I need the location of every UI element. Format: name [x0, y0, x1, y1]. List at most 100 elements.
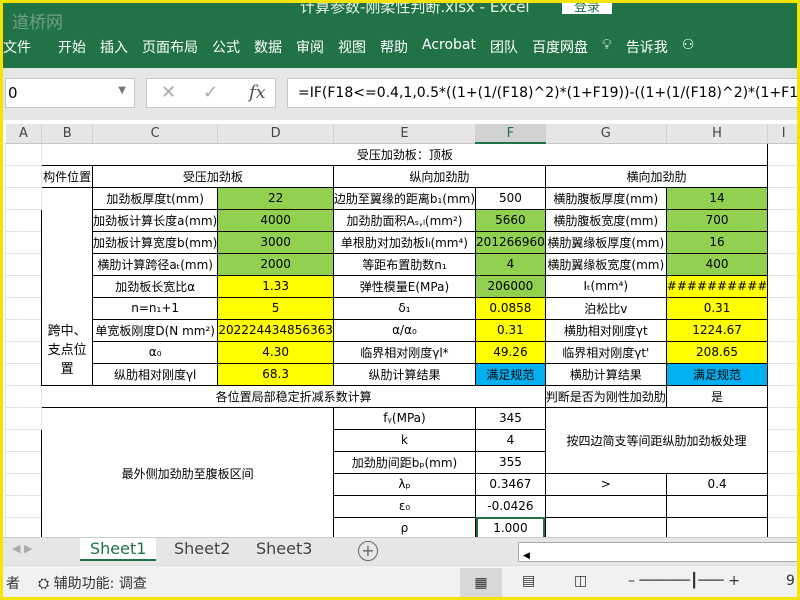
param-value[interactable]: 1.000	[475, 516, 546, 540]
label-cell[interactable]: 横肋腹板宽度(mm)	[544, 208, 667, 232]
cancel-icon[interactable]: ✕	[161, 82, 176, 103]
col-header-a[interactable]: A	[5, 124, 43, 144]
label-cell[interactable]: 纵肋计算结果	[332, 362, 477, 386]
cell-a[interactable]	[4, 296, 43, 320]
cell-a[interactable]	[4, 406, 43, 430]
param-label[interactable]: λₚ	[332, 472, 477, 496]
tell-me[interactable]: 告诉我	[626, 37, 668, 57]
tab-insert[interactable]: 插入	[100, 37, 128, 57]
value-cell[interactable]: 5	[217, 296, 334, 320]
cell-a[interactable]	[4, 450, 43, 474]
tab-view[interactable]: 视图	[338, 37, 366, 57]
cell-i[interactable]	[767, 186, 800, 210]
header-plate[interactable]: 受压加劲板	[91, 164, 334, 188]
cell-i[interactable]	[767, 252, 800, 276]
label-cell[interactable]: Iₜ(mm⁴)	[544, 274, 667, 298]
confirm-icon[interactable]: ✓	[203, 82, 218, 103]
value-cell[interactable]: 22	[217, 186, 334, 210]
label-cell[interactable]: 弹性模量E(MPa)	[332, 274, 477, 298]
sheet-title[interactable]: 受压加劲板：顶板	[41, 142, 769, 166]
tab-team[interactable]: 团队	[490, 37, 518, 57]
label-cell[interactable]: 横肋翼缘板厚度(mm)	[544, 230, 667, 254]
tab-review[interactable]: 审阅	[296, 37, 324, 57]
label-cell[interactable]: 加劲板厚度t(mm)	[91, 186, 219, 210]
value-cell[interactable]: 201266960	[475, 230, 546, 254]
rigid-label[interactable]: 判断是否为刚性加劲肋	[544, 384, 667, 408]
tab-formulas[interactable]: 公式	[212, 37, 240, 57]
label-cell[interactable]: 横肋翼缘板宽度(mm)	[544, 252, 667, 276]
cell-i[interactable]	[767, 274, 800, 298]
param-value[interactable]: 4	[475, 428, 546, 452]
value-cell[interactable]: 4	[475, 252, 546, 276]
param-label[interactable]: ε₀	[332, 494, 477, 518]
value-cell[interactable]: 0.0858	[475, 296, 546, 320]
value-cell[interactable]: 500	[475, 186, 546, 210]
tab-file[interactable]: 文件	[3, 37, 31, 57]
header-position[interactable]: 构件位置	[41, 164, 93, 188]
label-cell[interactable]: 加劲板计算长度a(mm)	[91, 208, 219, 232]
tab-data[interactable]: 数据	[254, 37, 282, 57]
add-sheet-icon[interactable]: +	[358, 541, 378, 561]
cell-a[interactable]	[4, 428, 43, 452]
tab-help[interactable]: 帮助	[380, 37, 408, 57]
empty-cell[interactable]	[665, 516, 769, 540]
value-cell[interactable]: 16	[665, 230, 769, 254]
value-cell[interactable]: ##########	[665, 274, 769, 298]
tab-baidu[interactable]: 百度网盘	[532, 37, 588, 57]
value-cell[interactable]: 0.31	[665, 296, 769, 320]
tab-page-layout[interactable]: 页面布局	[142, 37, 198, 57]
compare-operator[interactable]: >	[544, 472, 667, 496]
sheet-tab-sheet1[interactable]: Sheet1	[80, 538, 157, 561]
value-cell[interactable]: 满足规范	[475, 362, 546, 386]
label-cell[interactable]: δ₁	[332, 296, 477, 320]
label-cell[interactable]: α/α₀	[332, 318, 477, 342]
label-cell[interactable]: 横肋计算结果	[544, 362, 667, 386]
label-cell[interactable]: 临界相对刚度γl*	[332, 340, 477, 364]
param-value[interactable]: 345	[475, 406, 546, 430]
value-cell[interactable]: 5660	[475, 208, 546, 232]
label-cell[interactable]: 加劲肋面积Aₛ,ₗ(mm²)	[332, 208, 477, 232]
scroll-left-arrow-icon[interactable]: ◀	[519, 551, 534, 561]
value-cell[interactable]: 14	[665, 186, 769, 210]
tab-home[interactable]: 开始	[58, 37, 86, 57]
label-cell[interactable]: 边肋至翼缘的距离b₁(mm)	[332, 186, 477, 210]
chevron-down-icon[interactable]: ▼	[118, 85, 126, 96]
formula-input[interactable]: =IF(F18<=0.4,1,0.5*((1+(1/(F18)^2)*(1+F1…	[287, 78, 800, 108]
cell-a[interactable]	[4, 274, 43, 298]
value-cell[interactable]: 1224.67	[665, 318, 769, 342]
header-transverse[interactable]: 横向加劲肋	[544, 164, 769, 188]
label-cell[interactable]: α₀	[91, 340, 219, 364]
value-cell[interactable]: 0.31	[475, 318, 546, 342]
col-header-f[interactable]: F	[475, 124, 546, 144]
cell-i[interactable]	[767, 208, 800, 232]
normal-view-icon[interactable]: ▦	[460, 568, 502, 598]
compare-value[interactable]: 0.4	[665, 472, 769, 496]
cell-i[interactable]	[767, 230, 800, 254]
value-cell[interactable]: 2000	[217, 252, 334, 276]
col-header-e[interactable]: E	[333, 124, 477, 144]
cell-a[interactable]	[4, 252, 43, 276]
region-label[interactable]: 最外侧加劲肋至腹板区间	[41, 406, 334, 540]
horizontal-scrollbar[interactable]: ◀	[518, 542, 800, 562]
cell-a[interactable]	[4, 318, 43, 342]
zoom-level[interactable]: 9	[786, 573, 795, 589]
col-header-h[interactable]: H	[666, 124, 769, 144]
cell-a[interactable]	[4, 494, 43, 518]
label-cell[interactable]: 加劲板长宽比α	[91, 274, 219, 298]
value-cell[interactable]: 68.3	[217, 362, 334, 386]
col-header-b[interactable]: B	[41, 124, 93, 144]
label-cell[interactable]: 临界相对刚度γt'	[544, 340, 667, 364]
col-header-d[interactable]: D	[217, 124, 334, 144]
cell-a[interactable]	[4, 472, 43, 496]
param-value[interactable]: -0.0426	[475, 494, 546, 518]
label-cell[interactable]: 横肋相对刚度γt	[544, 318, 667, 342]
tab-acrobat[interactable]: Acrobat	[422, 37, 476, 57]
cell-a[interactable]	[4, 516, 43, 540]
label-cell[interactable]: 泊松比v	[544, 296, 667, 320]
cell-i[interactable]	[767, 340, 800, 364]
cell-i[interactable]	[767, 362, 800, 386]
login-button[interactable]: 登录	[562, 0, 612, 15]
value-cell[interactable]: 3000	[217, 230, 334, 254]
zoom-slider[interactable]: – ──────┃─── +	[628, 573, 740, 589]
empty-cell[interactable]	[544, 516, 667, 540]
